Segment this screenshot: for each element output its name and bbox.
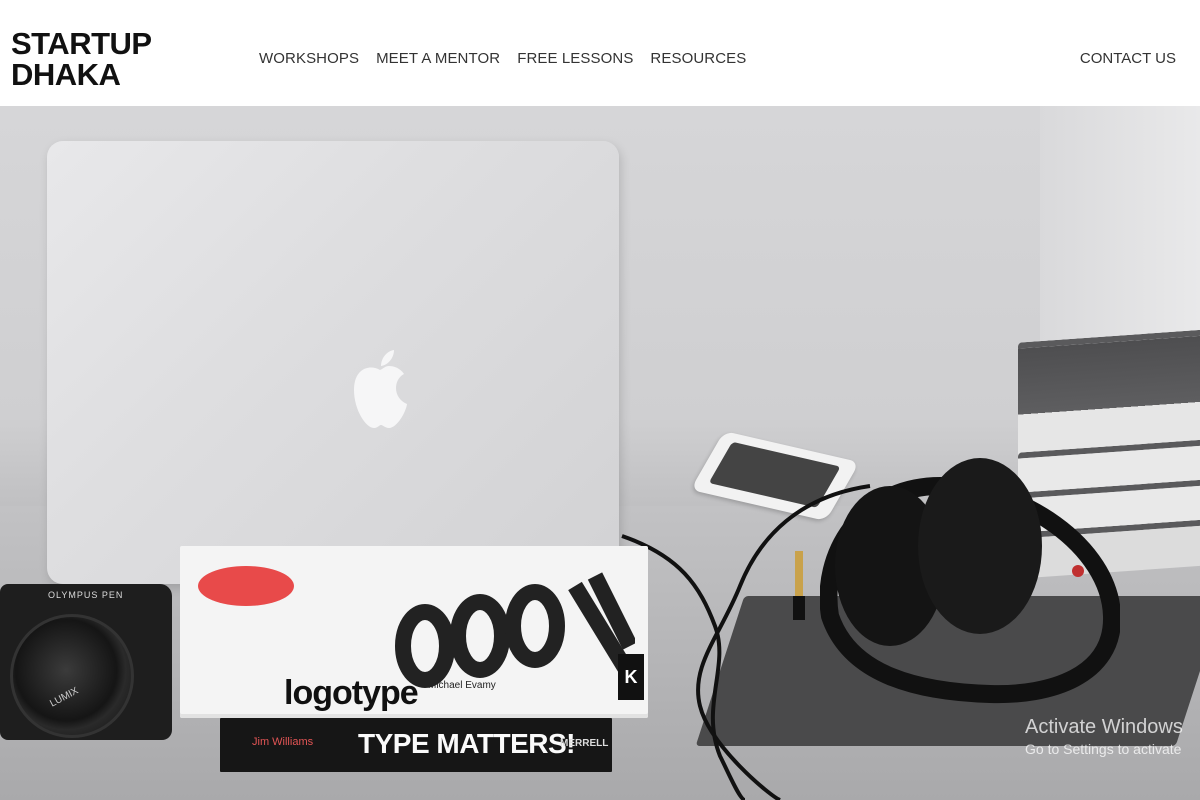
book1-badge: K (618, 654, 644, 700)
nav-meet-a-mentor[interactable]: MEET A MENTOR (376, 50, 500, 67)
camera-image: OLYMPUS PEN LUMIX (0, 584, 172, 740)
main-nav: WORKSHOPS MEET A MENTOR FREE LESSONS RES… (259, 50, 763, 67)
nav-free-lessons[interactable]: FREE LESSONS (517, 50, 633, 67)
watermark-subtitle: Go to Settings to activate (1025, 741, 1182, 757)
book2-author: Jim Williams (252, 736, 314, 748)
book-red-dot (198, 566, 294, 606)
book1-author: Michael Evamy (428, 680, 496, 691)
logo-line-1: STARTUP (11, 26, 152, 61)
book-logotype: logotype Michael Evamy K (180, 546, 648, 718)
site-logo[interactable]: STARTUP DHAKA (11, 28, 152, 90)
hero-image: OLYMPUS PEN LUMIX logotype Michael Evamy… (0, 106, 1200, 800)
camera-brand-label: OLYMPUS PEN (48, 590, 124, 600)
lens-brand-label: LUMIX (48, 685, 81, 710)
book-type-matters: Jim Williams TYPE MATTERS! MERRELL (220, 718, 612, 772)
book-cover-art (395, 572, 635, 688)
nav-workshops[interactable]: WORKSHOPS (259, 50, 359, 67)
activate-windows-watermark: Activate Windows Go to Settings to activ… (1025, 716, 1183, 757)
apple-logo-icon (354, 350, 407, 428)
laptop-image (47, 141, 619, 584)
nav-resources[interactable]: RESOURCES (650, 50, 746, 67)
logo-line-2: DHAKA (11, 57, 121, 92)
nav-contact-us[interactable]: CONTACT US (1080, 50, 1176, 67)
book2-publisher: MERRELL (560, 738, 609, 749)
headphones-image (820, 458, 1120, 704)
book2-title: TYPE MATTERS! (358, 728, 575, 759)
watermark-title: Activate Windows (1025, 716, 1183, 738)
site-header: STARTUP DHAKA WORKSHOPS MEET A MENTOR FR… (0, 0, 1200, 106)
book1-title: logotype (284, 674, 419, 712)
camera-lens: LUMIX (10, 614, 134, 738)
